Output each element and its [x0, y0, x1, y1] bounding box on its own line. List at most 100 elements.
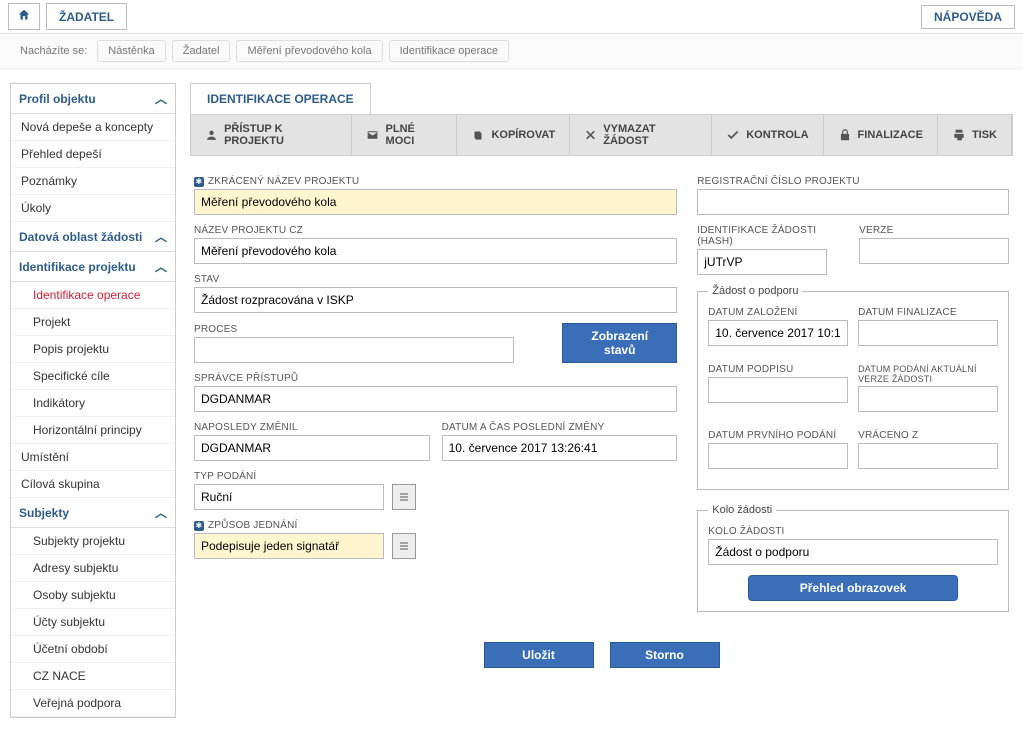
zobrazeni-stavu-button[interactable]: Zobrazení stavů — [562, 323, 677, 363]
datum-podani-akt-input — [858, 386, 998, 412]
zkraceny-nazev-input[interactable] — [194, 189, 677, 215]
crumb-current: Identifikace operace — [389, 40, 509, 62]
copy-icon — [471, 128, 485, 142]
sidebar-item-prehled-depesi[interactable]: Přehled depeší — [11, 141, 175, 168]
datumcas-input — [442, 435, 678, 461]
field-label: VERZE — [859, 225, 1009, 236]
typpodani-input[interactable] — [194, 484, 384, 510]
sidebar-section-profil[interactable]: Profil objektu ︿ — [11, 84, 175, 114]
sidebar-item-adresy[interactable]: Adresy subjektu — [11, 555, 175, 582]
sidebar: Profil objektu ︿ Nová depeše a koncepty … — [10, 83, 176, 718]
lock-icon — [838, 128, 852, 142]
field-label: IDENTIFIKACE ŽÁDOSTI (HASH) — [697, 225, 847, 247]
sidebar-section-label: Subjekty — [19, 506, 69, 520]
sidebar-section-identifikace[interactable]: Identifikace projektu ︿ — [11, 252, 175, 282]
sidebar-item-cznace[interactable]: CZ NACE — [11, 663, 175, 690]
typpodani-picker-button[interactable] — [392, 484, 416, 510]
hash-input — [697, 249, 827, 275]
sidebar-item-projekt[interactable]: Projekt — [11, 309, 175, 336]
people-icon — [205, 128, 218, 142]
close-icon — [584, 128, 597, 142]
breadcrumb: Nacházíte se: Nástěnka Žadatel Měření př… — [0, 34, 1023, 69]
datum-podpisu-input — [708, 377, 848, 403]
crumb-projekt[interactable]: Měření převodového kola — [236, 40, 382, 62]
sidebar-item-ucetni[interactable]: Účetní období — [11, 636, 175, 663]
sidebar-item-nova-depese[interactable]: Nová depeše a koncepty — [11, 114, 175, 141]
sidebar-item-popis[interactable]: Popis projektu — [11, 336, 175, 363]
vraceno-input — [858, 443, 998, 469]
home-icon — [17, 8, 31, 22]
sidebar-section-label: Datová oblast žádosti — [19, 230, 142, 244]
field-label: REGISTRAČNÍ ČÍSLO PROJEKTU — [697, 176, 1009, 187]
breadcrumb-lead: Nacházíte se: — [10, 41, 97, 61]
sidebar-section-subjekty[interactable]: Subjekty ︿ — [11, 498, 175, 528]
cancel-button[interactable]: Storno — [610, 642, 720, 668]
zpusob-input[interactable] — [194, 533, 384, 559]
sidebar-item-poznamky[interactable]: Poznámky — [11, 168, 175, 195]
tool-finalizace[interactable]: FINALIZACE — [824, 115, 938, 155]
toolbar: PŘÍSTUP K PROJEKTU PLNÉ MOCI KOPÍROVAT V… — [190, 114, 1013, 156]
tool-kontrola[interactable]: KONTROLA — [712, 115, 823, 155]
sidebar-item-identifikace-operace[interactable]: Identifikace operace — [11, 282, 175, 309]
sidebar-item-vp[interactable]: Veřejná podpora — [11, 690, 175, 717]
chevron-up-icon: ︿ — [155, 504, 167, 521]
field-label: DATUM PODÁNÍ AKTUÁLNÍ VERZE ŽÁDOSTI — [858, 364, 998, 384]
sidebar-item-ucty[interactable]: Účty subjektu — [11, 609, 175, 636]
field-label: ZPŮSOB JEDNÁNÍ — [208, 520, 297, 531]
sidebar-item-umisteni[interactable]: Umístění — [11, 444, 175, 471]
prehled-obrazovek-button[interactable]: Přehled obrazovek — [748, 575, 958, 601]
sidebar-item-cilova[interactable]: Cílová skupina — [11, 471, 175, 498]
sidebar-item-hp[interactable]: Horizontální principy — [11, 417, 175, 444]
list-icon — [398, 491, 410, 503]
napoveda-button[interactable]: NÁPOVĚDA — [921, 5, 1015, 29]
list-icon — [398, 540, 410, 552]
field-label: VRÁCENO Z — [858, 430, 998, 441]
tool-vymazat[interactable]: VYMAZAT ŽÁDOST — [570, 115, 712, 155]
check-icon — [726, 128, 740, 142]
tool-label: KONTROLA — [746, 129, 808, 141]
field-label: ZKRÁCENÝ NÁZEV PROJEKTU — [208, 176, 359, 187]
sidebar-item-cile[interactable]: Specifické cíle — [11, 363, 175, 390]
chevron-up-icon: ︿ — [155, 90, 167, 107]
tool-label: PLNÉ MOCI — [386, 123, 443, 147]
sidebar-section-datova[interactable]: Datová oblast žádosti ︿ — [11, 222, 175, 252]
group-legend: Žádost o podporu — [708, 285, 802, 297]
field-label: KOLO ŽÁDOSTI — [708, 526, 998, 537]
field-label: DATUM PODPISU — [708, 364, 848, 375]
kolo-group: Kolo žádosti KOLO ŽÁDOSTI Přehled obrazo… — [697, 504, 1009, 612]
spravce-input — [194, 386, 677, 412]
reg-input — [697, 189, 1009, 215]
datum-zalozeni-input — [708, 320, 848, 346]
sidebar-item-indikatory[interactable]: Indikátory — [11, 390, 175, 417]
field-label: NÁZEV PROJEKTU CZ — [194, 225, 677, 236]
mail-icon — [366, 128, 379, 142]
field-label: DATUM A ČAS POSLEDNÍ ZMĚNY — [442, 422, 678, 433]
field-label: TYP PODÁNÍ — [194, 471, 677, 482]
save-button[interactable]: Uložit — [484, 642, 594, 668]
tool-label: PŘÍSTUP K PROJEKTU — [224, 123, 337, 147]
tool-tisk[interactable]: TISK — [938, 115, 1012, 155]
zpusob-picker-button[interactable] — [392, 533, 416, 559]
tool-label: VYMAZAT ŽÁDOST — [603, 123, 697, 147]
tool-label: FINALIZACE — [858, 129, 923, 141]
sidebar-item-ukoly[interactable]: Úkoly — [11, 195, 175, 222]
tool-kopirovat[interactable]: KOPÍROVAT — [457, 115, 570, 155]
nazev-cz-input[interactable] — [194, 238, 677, 264]
zadatel-button[interactable]: ŽADATEL — [46, 3, 127, 30]
naposledy-input — [194, 435, 430, 461]
tool-pristup[interactable]: PŘÍSTUP K PROJEKTU — [191, 115, 352, 155]
required-icon: ✱ — [194, 177, 204, 187]
crumb-zadatel[interactable]: Žadatel — [172, 40, 231, 62]
print-icon — [952, 128, 966, 142]
tool-label: KOPÍROVAT — [491, 129, 555, 141]
tool-plnemoci[interactable]: PLNÉ MOCI — [352, 115, 457, 155]
sidebar-item-subjekty-projektu[interactable]: Subjekty projektu — [11, 528, 175, 555]
crumb-nastenka[interactable]: Nástěnka — [97, 40, 165, 62]
home-button[interactable] — [8, 3, 40, 30]
datum-prvniho-input — [708, 443, 848, 469]
zadost-podporu-group: Žádost o podporu DATUM ZALOŽENÍ DATUM FI… — [697, 285, 1009, 490]
datum-finalizace-input — [858, 320, 998, 346]
field-label: DATUM FINALIZACE — [858, 307, 998, 318]
field-label: DATUM PRVNÍHO PODÁNÍ — [708, 430, 848, 441]
sidebar-item-osoby[interactable]: Osoby subjektu — [11, 582, 175, 609]
